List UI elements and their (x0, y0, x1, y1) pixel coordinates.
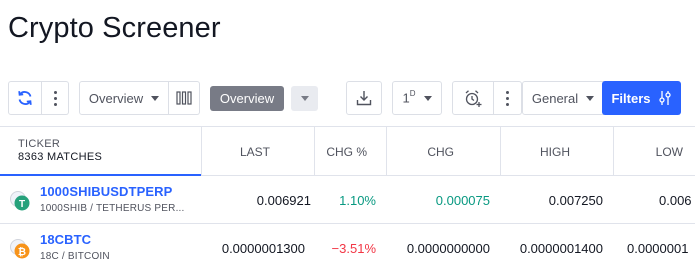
sliders-icon (658, 91, 671, 105)
column-header-low[interactable]: LOW (613, 127, 695, 176)
cell-low: 0.006 (659, 192, 692, 208)
filters-label: Filters (611, 90, 651, 106)
refresh-button[interactable] (8, 81, 42, 115)
chevron-down-icon (300, 96, 309, 101)
overview-tab[interactable]: Overview (210, 86, 284, 111)
column-settings-button[interactable] (169, 81, 200, 115)
column-header-chg[interactable]: CHG (386, 127, 500, 176)
cell-chg-pct: −3.51% (331, 240, 376, 256)
interval-label: 1D (402, 89, 416, 106)
svg-text:₿: ₿ (18, 246, 26, 258)
cell-last: 0.0000001300 (221, 240, 305, 256)
download-icon (356, 91, 372, 106)
coin-logo-icon: T (10, 191, 30, 211)
alarm-clock-icon (465, 90, 482, 107)
page-title: Crypto Screener (8, 12, 221, 44)
columns-icon (176, 91, 192, 105)
cell-chg: 0.000075 (435, 192, 490, 208)
table-header: TICKER 8363 MATCHES LAST CHG % CHG HIGH … (0, 126, 695, 176)
matches-count: 8363 MATCHES (18, 151, 103, 163)
interval-dropdown[interactable]: 1D (392, 81, 442, 115)
column-header-chg-pct[interactable]: CHG % (314, 127, 386, 176)
refresh-menu-button[interactable] (42, 81, 69, 115)
column-set-label: Overview (88, 90, 144, 106)
ticker-symbol-link[interactable]: 1000SHIBUSDTPERP (40, 184, 172, 199)
overview-dropdown-button[interactable] (291, 86, 318, 111)
more-vertical-icon (53, 90, 57, 106)
coin-logo-icon: ₿ (10, 239, 30, 259)
chevron-down-icon (423, 95, 432, 101)
cell-high: 0.007250 (548, 192, 603, 208)
cell-chg-pct: 1.10% (339, 192, 376, 208)
export-button[interactable] (346, 81, 382, 115)
create-alert-button[interactable] (452, 81, 494, 115)
category-label: General (531, 90, 579, 106)
cell-high: 0.0000001400 (519, 240, 603, 256)
category-dropdown[interactable]: General (522, 81, 604, 115)
alert-menu-button[interactable] (494, 81, 522, 115)
column-header-last[interactable]: LAST (201, 127, 314, 176)
table-row[interactable]: T 1000SHIBUSDTPERP 1000SHIB / TETHERUS P… (0, 176, 695, 224)
svg-text:T: T (19, 199, 25, 210)
cell-low: 0.0000001 (627, 240, 689, 256)
ticker-description: 18C / BITCOIN (40, 251, 110, 262)
more-vertical-icon (506, 90, 509, 106)
cell-chg: 0.0000000000 (406, 240, 490, 256)
column-set-dropdown[interactable]: Overview (79, 81, 169, 115)
chevron-down-icon (151, 95, 160, 101)
column-header-high[interactable]: HIGH (500, 127, 613, 176)
ticker-column-header[interactable]: TICKER 8363 MATCHES (0, 127, 201, 176)
ticker-header-label: TICKER (18, 138, 61, 150)
table-row[interactable]: ₿ 18CBTC 18C / BITCOIN 0.0000001300 −3.5… (0, 224, 695, 267)
screener-toolbar: Overview Overview 1D General Filters (0, 81, 695, 115)
chevron-down-icon (586, 95, 595, 101)
filters-button[interactable]: Filters (602, 81, 681, 115)
ticker-description: 1000SHIB / TETHERUS PER... (40, 203, 185, 214)
ticker-symbol-link[interactable]: 18CBTC (40, 232, 91, 247)
refresh-icon (18, 91, 32, 105)
cell-last: 0.006921 (256, 192, 311, 208)
